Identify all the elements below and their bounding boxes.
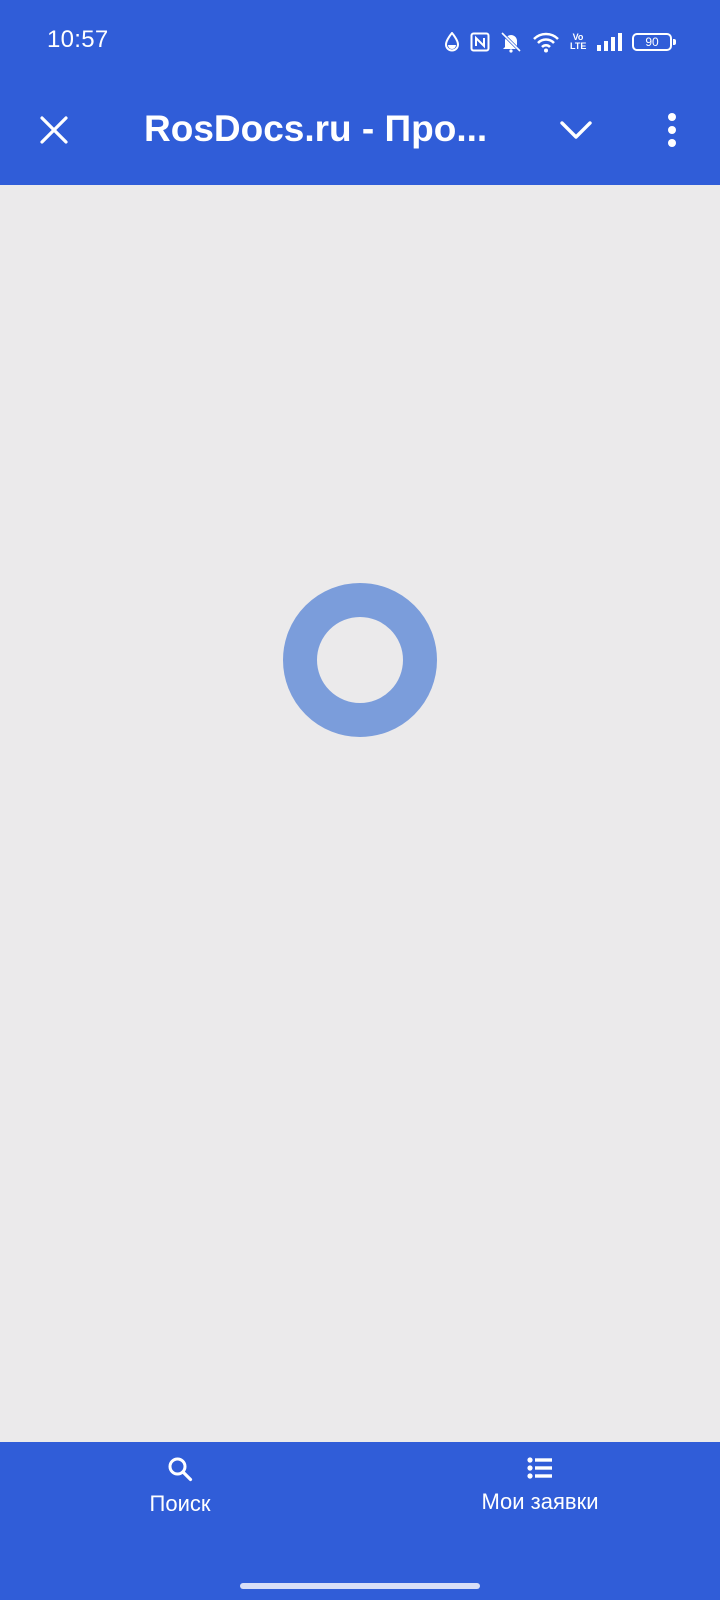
wifi-icon xyxy=(532,31,560,53)
close-icon xyxy=(39,115,69,150)
search-icon xyxy=(167,1456,193,1487)
bottom-nav: Поиск Мои заявки xyxy=(0,1442,720,1600)
status-time: 10:57 xyxy=(47,26,109,53)
expand-button[interactable] xyxy=(548,104,604,160)
more-options-button[interactable] xyxy=(644,104,700,160)
home-indicator[interactable] xyxy=(240,1583,480,1589)
nav-item-my-requests[interactable]: Мои заявки xyxy=(440,1456,640,1515)
nfc-icon xyxy=(470,32,490,52)
water-drop-icon xyxy=(444,32,460,52)
list-icon xyxy=(527,1456,553,1485)
muted-bell-icon xyxy=(500,31,522,53)
content-area xyxy=(0,185,720,1442)
nav-item-search[interactable]: Поиск xyxy=(100,1456,260,1517)
header: 10:57 Vo LTE 90 RosDocs.ru - Про... xyxy=(0,0,720,185)
signal-icon xyxy=(596,32,622,52)
more-vert-icon xyxy=(667,112,677,152)
loading-spinner xyxy=(283,583,437,737)
page-title: RosDocs.ru - Про... xyxy=(144,108,488,149)
nav-item-label: Мои заявки xyxy=(481,1489,599,1514)
battery-icon: 90 xyxy=(632,33,676,51)
volte-icon: Vo LTE xyxy=(570,32,587,51)
close-button[interactable] xyxy=(26,104,82,160)
chevron-down-icon xyxy=(559,119,593,146)
nav-item-label: Поиск xyxy=(149,1491,211,1516)
status-icons: Vo LTE 90 xyxy=(444,28,676,56)
